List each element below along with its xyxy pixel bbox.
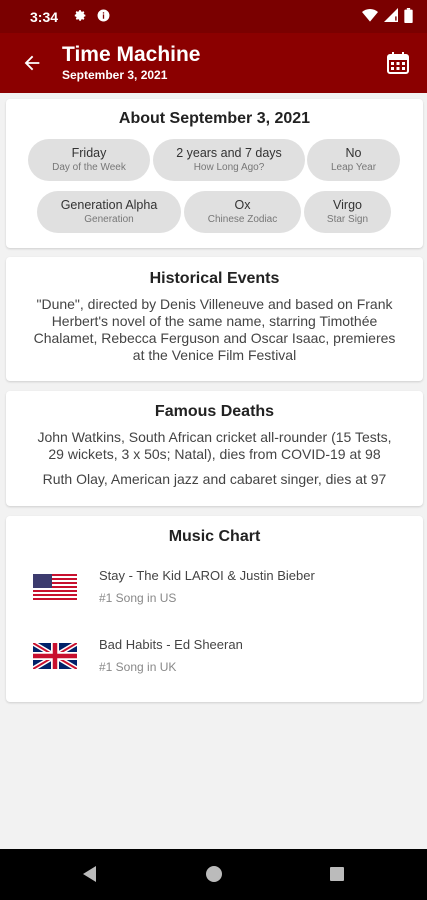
death-item: Ruth Olay, American jazz and cabaret sin… [6,471,423,488]
chip-leap-year: No Leap Year [307,139,400,181]
calendar-icon [387,52,409,74]
music-chart-entry[interactable]: Stay - The Kid LAROI & Justin Bieber #1 … [6,562,423,612]
status-bar: 3:34 [0,0,427,33]
music-chart-title: Music Chart [168,528,261,545]
chip-value: Ox [234,198,251,212]
arrow-back-icon [24,55,40,71]
uk-flag-icon [33,643,77,669]
historical-events-title: Historical Events [149,270,280,287]
page-title: Time Machine [62,43,201,66]
chip-day-of-week: Friday Day of the Week [28,139,150,181]
chip-value: Generation Alpha [60,198,158,212]
square-recents-icon [330,867,344,881]
chip-label: Star Sign [326,214,369,225]
info-icon [97,9,110,25]
chip-star-sign: Virgo Star Sign [304,191,391,233]
battery-icon [404,7,413,26]
nav-recents-button[interactable] [325,862,349,886]
navigation-bar [0,849,427,900]
music-chart-card: Music Chart Stay - The Kid LAROI & Justi… [6,516,423,702]
text-line: Herbert's novel of the same name, starri… [51,313,378,329]
back-button[interactable] [16,47,48,79]
page-subtitle: September 3, 2021 [62,68,168,82]
song-title: Bad Habits - Ed Sheeran [99,637,243,652]
chip-label: Generation [84,214,134,225]
us-flag-icon [33,574,77,600]
about-title: About September 3, 2021 [118,110,311,127]
text-line: John Watkins, South African cricket all-… [37,429,392,445]
text-line: 29 wickets, 3 x 50s; Natal), dies from C… [48,446,381,462]
chip-value: 2 years and 7 days [176,146,282,160]
settings-gear-icon [74,9,87,25]
chip-value: Friday [71,146,107,160]
song-rank: #1 Song in UK [99,660,177,674]
death-item: John Watkins, South African cricket all-… [6,429,423,463]
chip-label: Day of the Week [52,162,126,173]
chip-how-long-ago: 2 years and 7 days How Long Ago? [153,139,305,181]
historical-events-card: Historical Events "Dune", directed by De… [6,257,423,381]
song-rank: #1 Song in US [99,591,177,605]
text-line: Chalamet, Rebecca Ferguson and Oscar Isa… [33,330,396,346]
text-line: "Dune", directed by Denis Villeneuve and… [36,296,393,312]
calendar-button[interactable] [383,48,413,78]
chip-value: No [345,146,362,160]
music-chart-entry[interactable]: Bad Habits - Ed Sheeran #1 Song in UK [6,631,423,681]
nav-back-button[interactable] [78,862,102,886]
historical-event-text: "Dune", directed by Denis Villeneuve and… [6,296,423,364]
chip-value: Virgo [333,198,362,212]
song-title: Stay - The Kid LAROI & Justin Bieber [99,568,315,583]
text-line: at the Venice Film Festival [132,347,297,363]
status-time: 3:34 [30,8,59,25]
text-line: Ruth Olay, American jazz and cabaret sin… [42,471,387,487]
famous-deaths-card: Famous Deaths John Watkins, South Africa… [6,391,423,506]
chip-label: Leap Year [330,162,377,173]
signal-icon [384,8,398,25]
wifi-icon [362,8,378,25]
chip-label: How Long Ago? [193,162,265,173]
chip-chinese-zodiac: Ox Chinese Zodiac [184,191,301,233]
chip-generation: Generation Alpha Generation [37,191,181,233]
triangle-back-icon [83,866,96,882]
app-bar: Time Machine September 3, 2021 [0,33,427,93]
nav-home-button[interactable] [202,862,226,886]
chip-label: Chinese Zodiac [207,214,278,225]
circle-home-icon [206,866,222,882]
famous-deaths-title: Famous Deaths [154,403,275,420]
about-card: About September 3, 2021 Friday Day of th… [6,99,423,248]
